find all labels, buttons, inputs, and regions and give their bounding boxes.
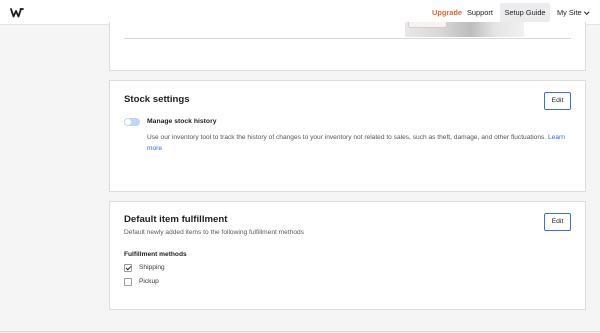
stock-history-description: Use our inventory tool to track the hist… <box>147 132 572 154</box>
pickup-label: Pickup <box>139 278 159 285</box>
manage-stock-history-label: Manage stock history <box>147 118 217 125</box>
stock-settings-title: Stock settings <box>124 94 190 105</box>
previous-settings-card <box>109 22 586 71</box>
chevron-down-icon <box>583 8 589 14</box>
fulfillment-title: Default item fulfillment <box>124 214 228 225</box>
manage-stock-history-toggle[interactable] <box>124 118 140 126</box>
upgrade-link[interactable]: Upgrade <box>432 8 462 17</box>
toggle-knob <box>125 119 131 125</box>
fulfillment-methods-label: Fulfillment methods <box>124 251 187 258</box>
my-site-dropdown[interactable]: My Site <box>557 8 589 17</box>
fulfillment-subtitle: Default newly added items to the followi… <box>124 229 304 236</box>
divider <box>124 38 571 39</box>
fulfillment-edit-button[interactable]: Edit <box>544 213 571 231</box>
product-image-thumbnail <box>405 22 524 37</box>
setup-guide-button[interactable]: Setup Guide <box>500 3 550 22</box>
stock-edit-button[interactable]: Edit <box>544 92 571 110</box>
thumbnail-label-pill <box>408 22 447 28</box>
shipping-checkbox[interactable] <box>124 264 132 272</box>
my-site-label: My Site <box>557 8 582 17</box>
pickup-checkbox[interactable] <box>124 278 132 286</box>
shipping-label: Shipping <box>139 264 165 271</box>
stock-description-text: Use our inventory tool to track the hist… <box>147 134 547 141</box>
weebly-logo-icon[interactable] <box>10 7 24 18</box>
support-link[interactable]: Support <box>467 8 493 17</box>
stock-settings-card: Stock settings Edit Manage stock history… <box>109 80 586 192</box>
default-fulfillment-card: Default item fulfillment Default newly a… <box>109 201 586 310</box>
footer-divider <box>0 331 600 332</box>
